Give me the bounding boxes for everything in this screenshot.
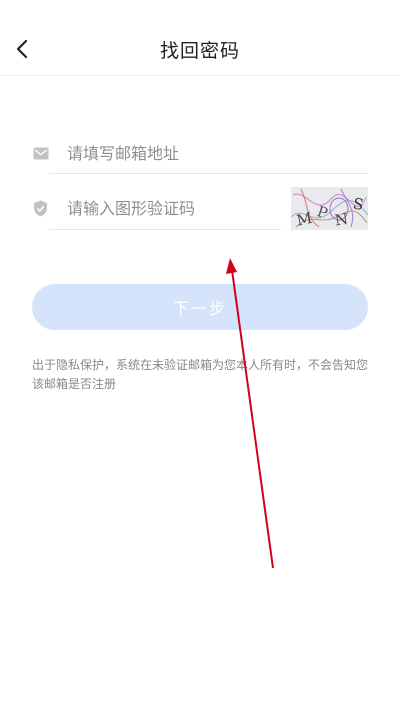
header-bar: 找回密码 <box>0 0 400 76</box>
email-field <box>32 135 368 171</box>
email-input[interactable] <box>67 143 357 163</box>
next-step-button[interactable]: 下一步 <box>32 284 368 330</box>
captcha-image[interactable]: M P N S <box>290 187 369 230</box>
email-underline <box>49 173 368 174</box>
mail-icon <box>32 145 49 162</box>
captcha-field <box>32 190 282 226</box>
shield-check-icon <box>32 200 49 217</box>
privacy-notice: 出于隐私保护，系统在未验证邮箱为您本人所有时，不会告知您该邮箱是否注册 <box>32 358 369 391</box>
captcha-char: N <box>334 210 350 230</box>
captcha-input[interactable] <box>67 198 267 218</box>
page-title: 找回密码 <box>159 40 240 62</box>
captcha-underline <box>49 229 281 230</box>
